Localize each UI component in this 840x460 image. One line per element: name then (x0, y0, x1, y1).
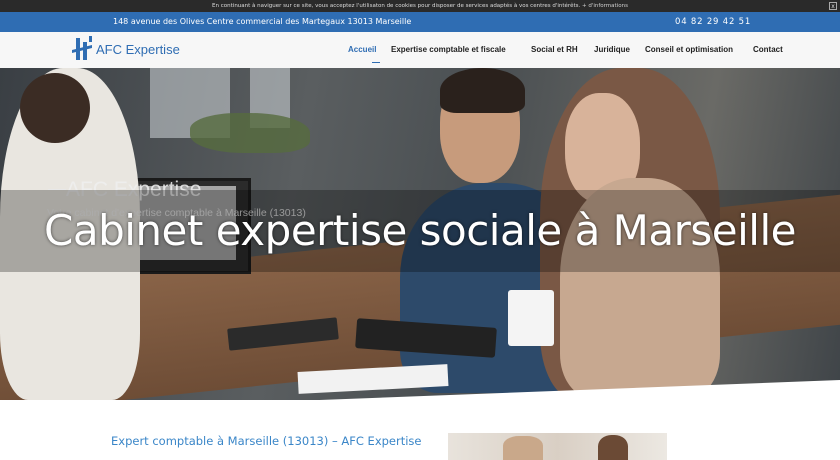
logo-mark-icon (72, 36, 92, 60)
phone-number[interactable]: 04 82 29 42 51 (675, 12, 751, 32)
thumbnail-figure (598, 435, 628, 460)
overlay-title: Cabinet expertise sociale à Marseille (44, 206, 796, 255)
nav-juridique[interactable]: Juridique (594, 32, 630, 68)
section-title-link[interactable]: Expert comptable à Marseille (13013) – A… (111, 434, 422, 448)
section-thumbnail (448, 433, 667, 460)
cookie-bar: En continuant à naviguer sur ce site, vo… (0, 0, 840, 12)
nav-contact[interactable]: Contact (753, 32, 783, 68)
mug-shape (508, 290, 554, 346)
cookie-more-link[interactable]: + d'informations (582, 3, 628, 9)
plant-shape (190, 113, 310, 153)
cookie-text: En continuant à naviguer sur ce site, vo… (212, 3, 581, 9)
address-text: 148 avenue des Olives Centre commercial … (113, 17, 412, 26)
nav-conseil[interactable]: Conseil et optimisation (645, 32, 733, 68)
logo-text: AFC Expertise (96, 41, 180, 57)
site-header: AFC Expertise Accueil Expertise comptabl… (0, 32, 840, 69)
person-center-hair (440, 68, 525, 113)
nav-expertise-comptable[interactable]: Expertise comptable et fiscale (391, 32, 506, 68)
nav-social-rh[interactable]: Social et RH (531, 32, 578, 68)
thumbnail-figure (503, 436, 543, 460)
nav-active-indicator (372, 62, 380, 63)
person-left-head (20, 73, 90, 143)
site-logo[interactable]: AFC Expertise (72, 36, 180, 62)
top-contact-bar: 148 avenue des Olives Centre commercial … (0, 12, 840, 32)
cookie-close-button[interactable]: x (829, 2, 837, 10)
